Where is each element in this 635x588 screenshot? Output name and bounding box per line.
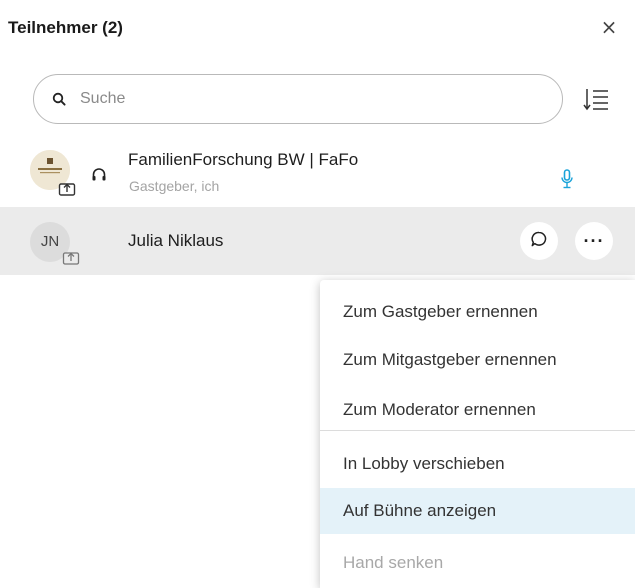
menu-item-make-cohost[interactable]: Zum Mitgastgeber ernennen (320, 337, 635, 383)
chat-icon (530, 230, 548, 253)
menu-item-make-host[interactable]: Zum Gastgeber ernennen (320, 289, 635, 335)
participant-role: Gastgeber, ich (129, 178, 220, 194)
sort-icon[interactable] (581, 84, 611, 114)
search-icon (52, 90, 70, 108)
menu-item-make-moderator[interactable]: Zum Moderator ernennen (320, 387, 635, 433)
more-options-button[interactable]: ··· (575, 222, 613, 260)
search-box (33, 74, 563, 124)
menu-item-show-on-stage[interactable]: Auf Bühne anzeigen (320, 488, 635, 534)
participant-name: FamilienForschung BW | FaFo (128, 150, 359, 169)
search-input[interactable] (78, 89, 522, 109)
chat-button[interactable] (520, 222, 558, 260)
microphone-icon[interactable] (560, 168, 574, 190)
participant-context-menu: Zum Gastgeber ernennen Zum Mitgastgeber … (320, 280, 635, 588)
menu-divider (320, 430, 635, 431)
headset-icon (90, 166, 108, 184)
close-button[interactable]: × (598, 16, 620, 38)
participant-row[interactable]: FamilienForschung BW | FaFo Gastgeber, i… (0, 140, 635, 206)
share-icon (62, 249, 80, 265)
share-icon (58, 180, 76, 196)
menu-item-lower-hand: Hand senken (343, 553, 444, 572)
panel-title: Teilnehmer (2) (8, 18, 123, 37)
participant-name: Julia Niklaus (128, 231, 224, 250)
menu-item-move-to-lobby[interactable]: In Lobby verschieben (320, 441, 635, 487)
avatar-initials: JN (40, 233, 60, 250)
more-icon: ··· (583, 230, 605, 251)
participant-row[interactable]: JN Julia Niklaus ··· (0, 207, 635, 275)
